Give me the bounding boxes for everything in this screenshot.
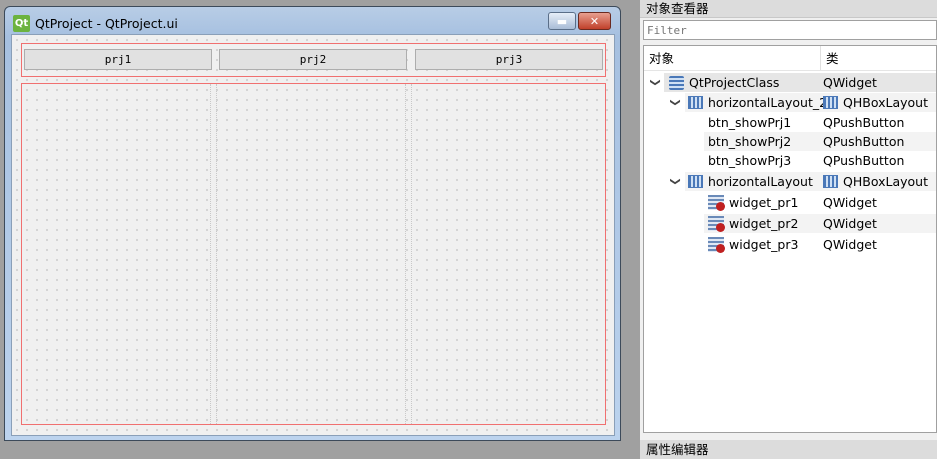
object-tree[interactable]: 对象 类 ❯ QtProjectClass QWidget ❯ horizont… xyxy=(643,45,937,433)
class-name: QHBoxLayout xyxy=(843,95,928,110)
class-name: QPushButton xyxy=(823,134,905,149)
object-name: horizontalLayout_2 xyxy=(708,95,828,110)
window-title: QtProject - QtProject.ui xyxy=(35,15,178,31)
widget-disabled-icon xyxy=(708,237,725,253)
widget-icon xyxy=(669,75,684,90)
widget-divider xyxy=(411,84,412,424)
hbox-layout-icon xyxy=(823,96,838,109)
tree-row[interactable]: btn_showPrj1 QPushButton xyxy=(644,113,936,132)
btn-show-prj1[interactable]: prj1 xyxy=(24,49,212,70)
widget-divider xyxy=(210,84,211,424)
chevron-down-icon[interactable]: ❯ xyxy=(666,98,685,106)
hbox-layout-icon xyxy=(688,96,703,109)
tree-row[interactable]: ❯ QtProjectClass QWidget xyxy=(644,73,936,92)
object-name: btn_showPrj3 xyxy=(708,153,792,168)
class-name: QWidget xyxy=(823,216,877,231)
class-name: QWidget xyxy=(823,75,877,90)
class-name: QHBoxLayout xyxy=(843,174,928,189)
column-header-class[interactable]: 类 xyxy=(821,46,839,70)
object-name: QtProjectClass xyxy=(689,75,780,90)
tree-row[interactable]: ❯ horizontalLayout_2 QHBoxLayout xyxy=(644,93,936,112)
tree-header: 对象 类 xyxy=(644,46,936,71)
tree-row[interactable]: widget_pr2 QWidget xyxy=(644,214,936,233)
chevron-down-icon[interactable]: ❯ xyxy=(646,78,665,86)
tree-row[interactable]: widget_pr3 QWidget xyxy=(644,235,936,254)
class-name: QWidget xyxy=(823,195,877,210)
object-name: btn_showPrj1 xyxy=(708,115,792,130)
form-canvas[interactable]: prj1 prj2 prj3 xyxy=(11,34,615,436)
widget-divider xyxy=(405,84,406,424)
widget-disabled-icon xyxy=(708,216,725,232)
widget-disabled-icon xyxy=(708,195,725,211)
btn-show-prj3[interactable]: prj3 xyxy=(415,49,603,70)
object-name: widget_pr3 xyxy=(729,237,799,252)
object-name: widget_pr1 xyxy=(729,195,799,210)
minimize-button[interactable]: ▬ xyxy=(548,12,576,30)
object-inspector-title: 对象查看器 xyxy=(640,0,937,18)
property-editor-title: 属性编辑器 xyxy=(640,440,937,459)
form-window: Qt QtProject - QtProject.ui ▬ ✕ prj1 prj… xyxy=(4,6,621,441)
horizontal-layout-2[interactable]: prj1 prj2 prj3 xyxy=(21,43,606,77)
close-button[interactable]: ✕ xyxy=(578,12,611,30)
class-name: QPushButton xyxy=(823,153,905,168)
class-name: QPushButton xyxy=(823,115,905,130)
object-name: horizontalLayout xyxy=(708,174,813,189)
window-title-bar: Qt QtProject - QtProject.ui xyxy=(13,13,178,33)
chevron-down-icon[interactable]: ❯ xyxy=(666,177,685,185)
column-header-object[interactable]: 对象 xyxy=(644,46,821,70)
class-name: QWidget xyxy=(823,237,877,252)
hbox-layout-icon xyxy=(688,175,703,188)
object-inspector-panel: 对象查看器 对象 类 ❯ QtProjectClass QWidget ❯ ho… xyxy=(640,0,937,459)
tree-row[interactable]: btn_showPrj3 QPushButton xyxy=(644,151,936,170)
btn-show-prj2[interactable]: prj2 xyxy=(219,49,407,70)
filter-input[interactable] xyxy=(643,20,937,40)
tree-row[interactable]: ❯ horizontalLayout QHBoxLayout xyxy=(644,172,936,191)
qt-logo-icon: Qt xyxy=(13,14,30,32)
object-name: btn_showPrj2 xyxy=(708,134,792,149)
widget-divider xyxy=(216,84,217,424)
tree-row[interactable]: widget_pr1 QWidget xyxy=(644,193,936,212)
horizontal-layout[interactable] xyxy=(21,83,606,425)
object-name: widget_pr2 xyxy=(729,216,799,231)
tree-row[interactable]: btn_showPrj2 QPushButton xyxy=(644,132,936,151)
hbox-layout-icon xyxy=(823,175,838,188)
